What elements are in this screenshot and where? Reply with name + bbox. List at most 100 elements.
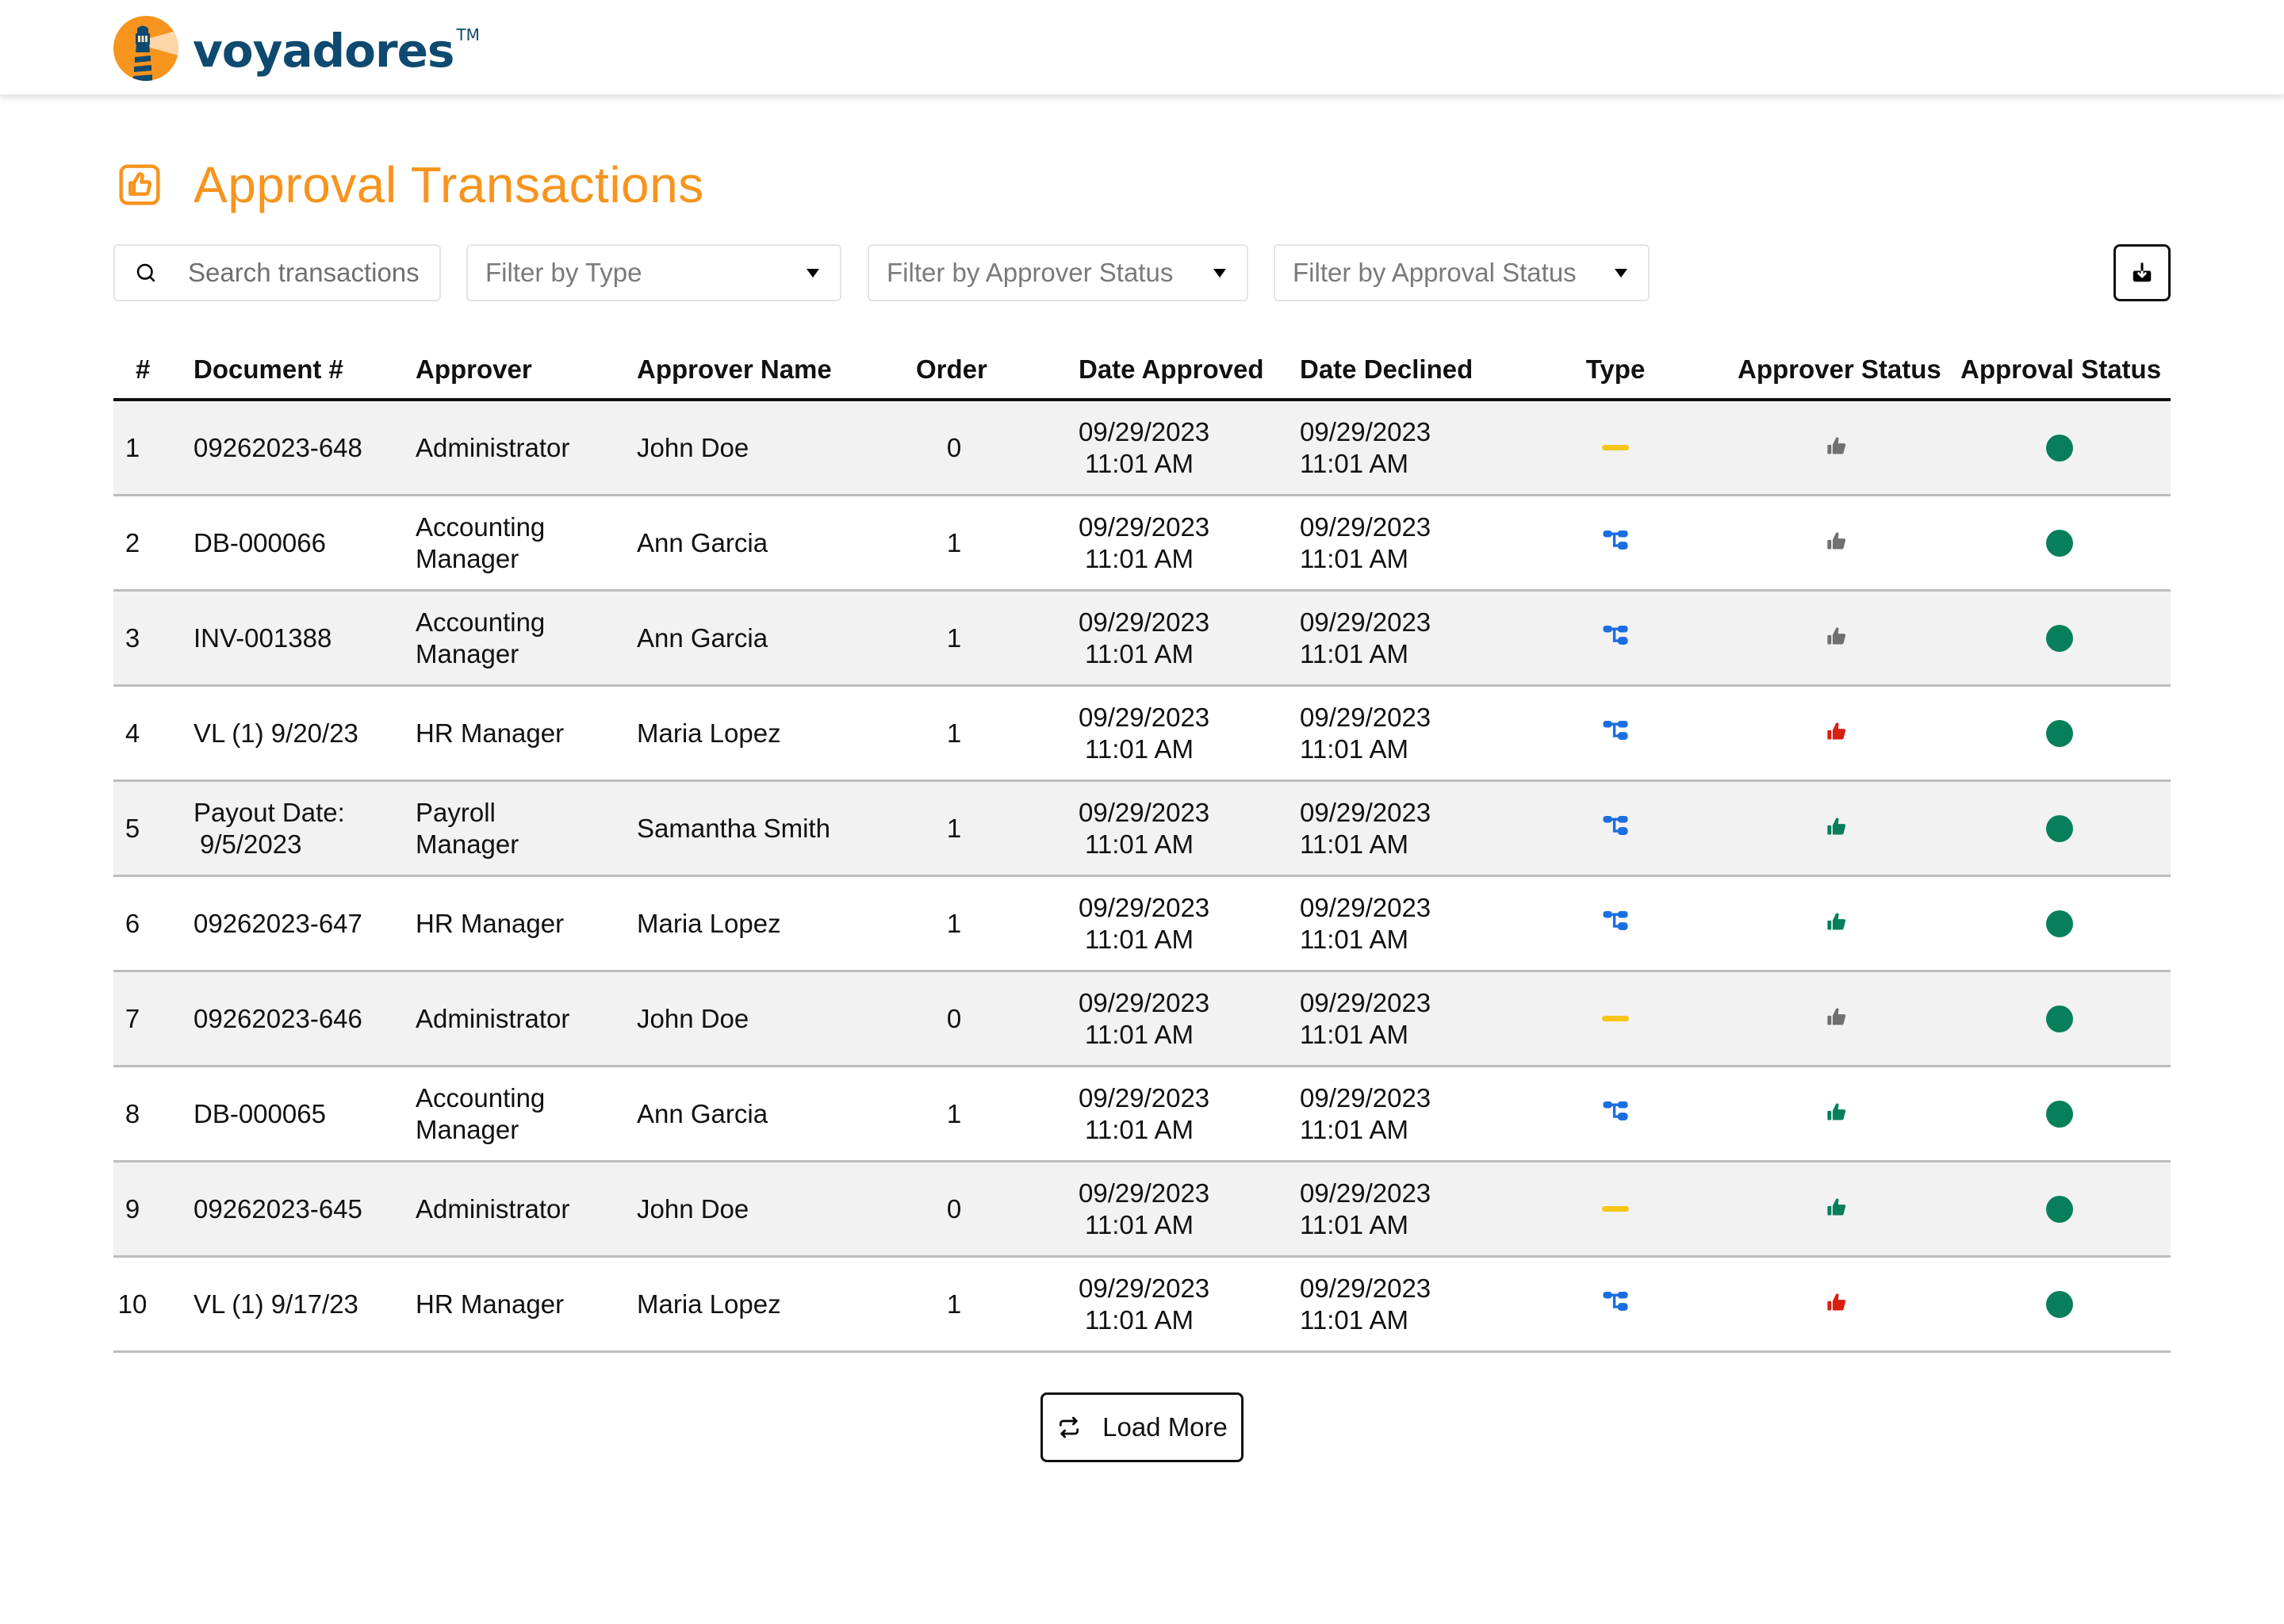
approver-status-cell[interactable] — [1799, 782, 1875, 875]
date-declined-cell: 09/29/2023 11:01 AM — [1300, 1067, 1514, 1160]
table-row[interactable]: 1 09262023-648 Administrator John Doe 0 … — [113, 401, 2171, 496]
type-cell[interactable] — [1586, 401, 1645, 494]
document-cell[interactable]: Payout Date: 9/5/2023 — [194, 782, 408, 875]
approval-status-cell[interactable] — [2021, 1258, 2098, 1350]
approver-name: John Doe — [637, 432, 749, 462]
approval-status-cell[interactable] — [2021, 1162, 2098, 1255]
date-approved-cell: 09/29/2023 11:01 AM — [1079, 401, 1293, 494]
document-number: Payout Date: 9/5/2023 — [194, 797, 345, 860]
status-dot-icon — [2046, 814, 2073, 842]
date-approved-line: 09/29/2023 — [1079, 702, 1210, 732]
table-body: 1 09262023-648 Administrator John Doe 0 … — [113, 401, 2171, 1353]
order-value: 1 — [946, 1098, 962, 1128]
search-input[interactable] — [188, 258, 439, 288]
load-more-button[interactable]: Load More — [1040, 1392, 1244, 1462]
table-row[interactable]: 9 09262023-645 Administrator John Doe 0 … — [113, 1162, 2171, 1258]
column-header-approver[interactable]: Approver — [416, 341, 532, 398]
type-cell[interactable] — [1586, 782, 1645, 875]
approval-status-cell[interactable] — [2021, 972, 2098, 1065]
approver-status-cell[interactable] — [1799, 1067, 1875, 1160]
search-field[interactable] — [113, 244, 441, 301]
date-approved-line: 11:01 AM — [1085, 543, 1194, 573]
order-value: 1 — [946, 718, 962, 748]
approval-status-filter-select[interactable]: Filter by Approval Status — [1274, 244, 1650, 301]
table-row[interactable]: 3 INV-001388 Accounting Manager Ann Garci… — [113, 592, 2171, 687]
brand-logo[interactable]: voyadores TM — [113, 14, 480, 82]
document-number: VL (1) 9/17/23 — [194, 1289, 358, 1319]
document-cell[interactable]: 09262023-646 — [194, 972, 408, 1065]
column-header-approval-status[interactable]: Approval Status — [1960, 341, 2161, 398]
type-cell[interactable] — [1586, 687, 1645, 779]
type-cell[interactable] — [1586, 1258, 1645, 1350]
date-declined-cell: 09/29/2023 11:01 AM — [1300, 972, 1514, 1065]
status-dot-icon — [2046, 1100, 2073, 1128]
document-cell[interactable]: DB-000066 — [194, 496, 408, 589]
approver-name: Maria Lopez — [637, 908, 781, 938]
document-cell[interactable]: 09262023-647 — [194, 877, 408, 970]
order-value: 0 — [946, 1193, 962, 1224]
date-approved-cell: 09/29/2023 11:01 AM — [1079, 972, 1293, 1065]
row-number: 5 — [125, 813, 140, 843]
approval-status-cell[interactable] — [2021, 496, 2098, 589]
column-header-number[interactable]: # — [136, 341, 150, 398]
approver-status-filter-select[interactable]: Filter by Approver Status — [868, 244, 1248, 301]
approver-status-cell[interactable] — [1799, 972, 1875, 1065]
table-row[interactable]: 10 VL (1) 9/17/23 HR Manager Maria Lopez… — [113, 1258, 2171, 1353]
thumbs-up-icon — [1826, 527, 1848, 559]
type-cell[interactable] — [1586, 877, 1645, 970]
document-cell[interactable]: INV-001388 — [194, 592, 408, 684]
approval-status-cell[interactable] — [2021, 401, 2098, 494]
date-declined: 09/29/2023 11:01 AM — [1300, 1082, 1431, 1146]
document-cell[interactable]: VL (1) 9/20/23 — [194, 687, 408, 779]
approval-status-cell[interactable] — [2021, 782, 2098, 875]
document-cell[interactable]: DB-000065 — [194, 1067, 408, 1160]
approval-status-cell[interactable] — [2021, 592, 2098, 684]
approver-status-cell[interactable] — [1799, 1258, 1875, 1350]
column-header-date-declined[interactable]: Date Declined — [1300, 341, 1473, 398]
approver-status-cell[interactable] — [1799, 496, 1875, 589]
document-number: DB-000065 — [194, 1098, 326, 1128]
approver-role: HR Manager — [416, 1289, 565, 1319]
table-row[interactable]: 8 DB-000065 Accounting Manager Ann Garcia… — [113, 1067, 2171, 1162]
column-header-type[interactable]: Type — [1586, 341, 1646, 398]
chevron-down-icon — [807, 268, 819, 278]
thumbs-up-icon — [1826, 813, 1848, 845]
table-row[interactable]: 2 DB-000066 Accounting Manager Ann Garcia… — [113, 496, 2171, 592]
approver-status-cell[interactable] — [1799, 877, 1875, 970]
table-row[interactable]: 5 Payout Date: 9/5/2023 Payroll Manager Sa… — [113, 782, 2171, 877]
approval-status-cell[interactable] — [2021, 1067, 2098, 1160]
column-header-date-approved[interactable]: Date Approved — [1079, 341, 1263, 398]
column-header-approver-name[interactable]: Approver Name — [637, 341, 832, 398]
table-row[interactable]: 4 VL (1) 9/20/23 HR Manager Maria Lopez … — [113, 687, 2171, 782]
table-row[interactable]: 7 09262023-646 Administrator John Doe 0 … — [113, 972, 2171, 1067]
approver-status-cell[interactable] — [1799, 1162, 1875, 1255]
type-cell[interactable] — [1586, 496, 1645, 589]
approval-status-cell[interactable] — [2021, 877, 2098, 970]
column-header-document[interactable]: Document # — [194, 341, 343, 398]
approver-status-cell[interactable] — [1799, 401, 1875, 494]
column-header-approver-status[interactable]: Approver Status — [1738, 341, 1941, 398]
download-button[interactable] — [2113, 244, 2171, 301]
type-cell[interactable] — [1586, 1067, 1645, 1160]
document-cell[interactable]: 09262023-645 — [194, 1162, 408, 1255]
type-cell[interactable] — [1586, 1162, 1645, 1255]
brand-name: voyadores — [193, 24, 454, 78]
column-header-order[interactable]: Order — [916, 341, 987, 398]
date-approved-line: 11:01 AM — [1085, 1114, 1194, 1144]
approver-status-cell[interactable] — [1799, 687, 1875, 779]
document-cell[interactable]: 09262023-648 — [194, 401, 408, 494]
approver-role: Administrator — [416, 1193, 570, 1224]
approval-status-cell[interactable] — [2021, 687, 2098, 779]
page-heading: Approval Transactions — [117, 155, 704, 214]
document-cell[interactable]: VL (1) 9/17/23 — [194, 1258, 408, 1350]
type-cell[interactable] — [1586, 972, 1645, 1065]
date-approved: 09/29/2023 11:01 AM — [1079, 416, 1209, 480]
approver-status-cell[interactable] — [1799, 592, 1875, 684]
dash-icon — [1602, 1206, 1629, 1212]
repeat-icon — [1060, 1416, 1079, 1438]
type-filter-select[interactable]: Filter by Type — [466, 244, 841, 301]
type-cell[interactable] — [1586, 592, 1645, 684]
date-declined-cell: 09/29/2023 11:01 AM — [1300, 496, 1514, 589]
table-row[interactable]: 6 09262023-647 HR Manager Maria Lopez 1 … — [113, 877, 2171, 972]
date-approved-line: 09/29/2023 — [1079, 1273, 1210, 1303]
